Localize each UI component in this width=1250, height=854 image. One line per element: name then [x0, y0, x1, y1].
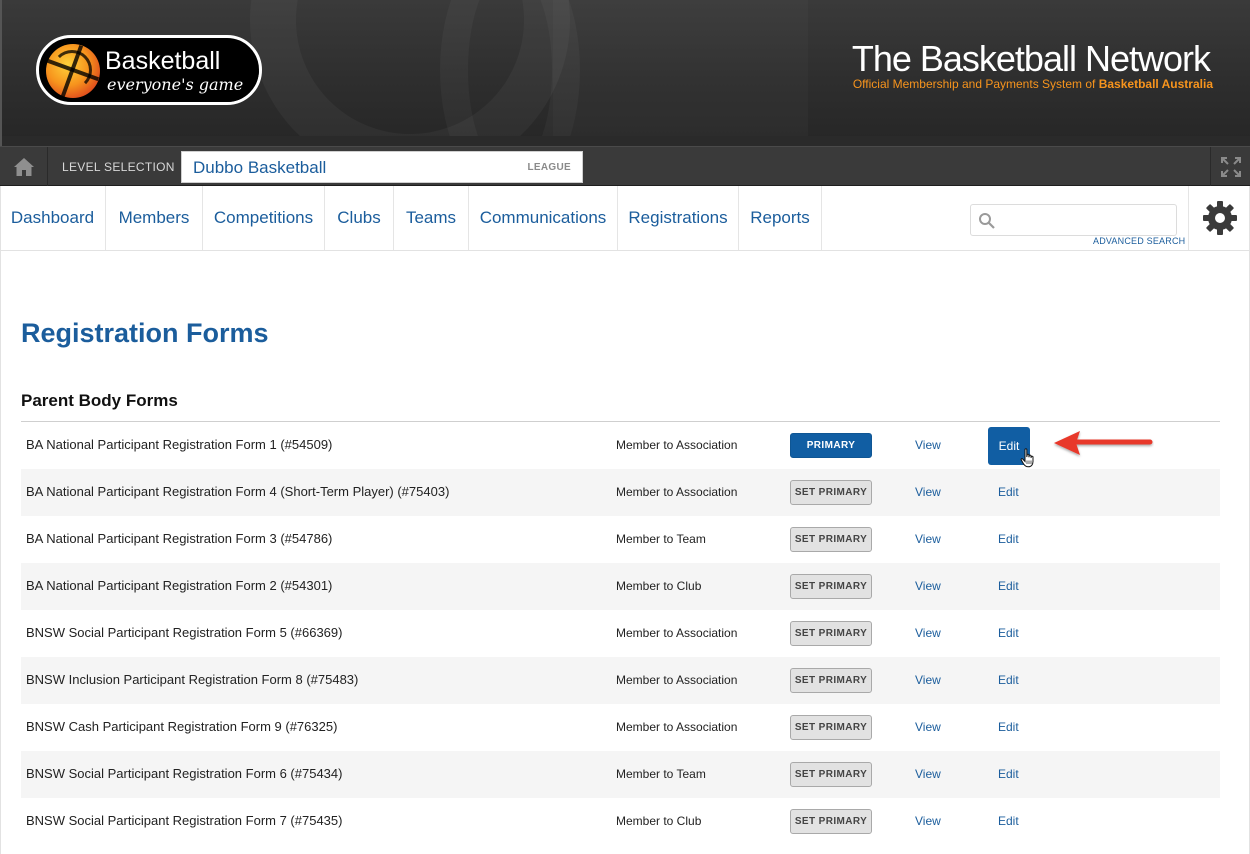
search-icon [979, 213, 995, 229]
table-row: BNSW Social Participant Registration For… [21, 798, 1220, 845]
nav-clubs[interactable]: Clubs [325, 186, 394, 250]
form-type: Member to Association [616, 438, 738, 452]
form-type: Member to Team [616, 532, 706, 546]
edit-link[interactable]: Edit [998, 767, 1019, 781]
set-primary-button[interactable]: SET PRIMARY [790, 480, 872, 505]
edit-link[interactable]: Edit [998, 720, 1019, 734]
edit-link[interactable]: Edit [998, 485, 1019, 499]
view-link[interactable]: View [915, 767, 941, 781]
edit-link[interactable]: Edit [998, 532, 1019, 546]
page-title: Registration Forms [21, 318, 269, 348]
basketball-logo[interactable]: Basketball everyone's game [36, 35, 262, 105]
network-subtitle: Official Membership and Payments System … [853, 77, 1213, 91]
form-name: BNSW Social Participant Registration For… [26, 625, 343, 640]
table-row: BNSW Cash Participant Registration Form … [21, 704, 1220, 751]
level-selection-label: LEVEL SELECTION [62, 160, 175, 174]
nav-dashboard[interactable]: Dashboard [0, 186, 106, 250]
table-row: BNSW Social Participant Registration For… [21, 610, 1220, 657]
form-type: Member to Association [616, 626, 738, 640]
header-left-edge [0, 0, 2, 146]
set-primary-button[interactable]: SET PRIMARY [790, 715, 872, 740]
site-header: Basketball everyone's game The Basketbal… [0, 0, 1250, 146]
view-link[interactable]: View [915, 720, 941, 734]
level-selection-value: Dubbo Basketball [193, 158, 327, 177]
view-link[interactable]: View [915, 485, 941, 499]
set-primary-button[interactable]: SET PRIMARY [790, 574, 872, 599]
form-type: Member to Association [616, 720, 738, 734]
set-primary-button[interactable]: SET PRIMARY [790, 527, 872, 552]
table-row: BA National Participant Registration For… [21, 516, 1220, 563]
form-name: BA National Participant Registration For… [26, 437, 333, 452]
settings-button[interactable] [1188, 186, 1250, 250]
page-left-border [0, 186, 1, 854]
form-name: BNSW Cash Participant Registration Form … [26, 719, 338, 734]
nav-members[interactable]: Members [106, 186, 203, 250]
form-type: Member to Association [616, 673, 738, 687]
view-link[interactable]: View [915, 814, 941, 828]
table-row: BA National Participant Registration For… [21, 422, 1220, 469]
network-subtitle-strong: Basketball Australia [1098, 77, 1213, 91]
form-type: Member to Club [616, 579, 702, 593]
form-name: BA National Participant Registration For… [26, 484, 450, 499]
nav-registrations[interactable]: Registrations [618, 186, 739, 250]
nav-communications[interactable]: Communications [469, 186, 618, 250]
form-type: Member to Club [616, 814, 702, 828]
table-row: BNSW Social Participant Registration For… [21, 751, 1220, 798]
header-bottom-strip [0, 136, 1250, 146]
expand-button[interactable] [1210, 147, 1250, 186]
gear-icon [1202, 201, 1237, 235]
edit-link[interactable]: Edit [998, 814, 1019, 828]
level-selection-field[interactable]: Dubbo Basketball LEAGUE [181, 151, 583, 183]
view-link[interactable]: View [915, 673, 941, 687]
set-primary-button[interactable]: SET PRIMARY [790, 668, 872, 693]
advanced-search-link[interactable]: ADVANCED SEARCH [1093, 236, 1185, 246]
edit-link[interactable]: Edit [998, 673, 1019, 687]
view-link[interactable]: View [915, 579, 941, 593]
table-row: BA National Participant Registration For… [21, 469, 1220, 516]
search-input[interactable] [970, 204, 1177, 236]
form-name: BNSW Social Participant Registration For… [26, 766, 343, 781]
table-row: BA National Participant Registration For… [21, 563, 1220, 610]
form-type: Member to Team [616, 767, 706, 781]
network-subtitle-prefix: Official Membership and Payments System … [852, 77, 1096, 91]
section-title: Parent Body Forms [21, 391, 178, 410]
network-title: The Basketball Network [851, 38, 1211, 79]
edit-link[interactable]: Edit [998, 626, 1019, 640]
nav-reports[interactable]: Reports [739, 186, 822, 250]
basketball-icon [46, 44, 100, 98]
view-link[interactable]: View [915, 532, 941, 546]
set-primary-button[interactable]: SET PRIMARY [790, 621, 872, 646]
logo-word: Basketball [105, 47, 221, 75]
form-name: BNSW Social Participant Registration For… [26, 813, 343, 828]
logo-tagline: everyone's game [107, 75, 244, 94]
form-name: BNSW Inclusion Participant Registration … [26, 672, 359, 687]
nav-competitions[interactable]: Competitions [203, 186, 325, 250]
nav-teams[interactable]: Teams [394, 186, 469, 250]
form-name: BA National Participant Registration For… [26, 531, 333, 546]
level-type-tag: LEAGUE [527, 162, 571, 173]
home-icon [13, 157, 34, 176]
hand-cursor-icon [1020, 448, 1034, 468]
set-primary-button[interactable]: SET PRIMARY [790, 809, 872, 834]
header-band-decoration [553, 0, 808, 136]
home-button[interactable] [0, 147, 48, 186]
set-primary-button[interactable]: SET PRIMARY [790, 762, 872, 787]
main-navigation: Dashboard Members Competitions Clubs Tea… [0, 186, 1250, 251]
registration-forms-table: BA National Participant Registration For… [21, 422, 1220, 845]
form-type: Member to Association [616, 485, 738, 499]
form-name: BA National Participant Registration For… [26, 578, 333, 593]
edit-link[interactable]: Edit [998, 579, 1019, 593]
view-link[interactable]: View [915, 438, 941, 452]
arrow-annotation-icon [1054, 431, 1153, 455]
level-selection-bar: LEVEL SELECTION Dubbo Basketball LEAGUE [0, 146, 1250, 186]
view-link[interactable]: View [915, 626, 941, 640]
table-row: BNSW Inclusion Participant Registration … [21, 657, 1220, 704]
expand-icon [1220, 156, 1241, 177]
primary-badge[interactable]: PRIMARY [790, 433, 872, 458]
